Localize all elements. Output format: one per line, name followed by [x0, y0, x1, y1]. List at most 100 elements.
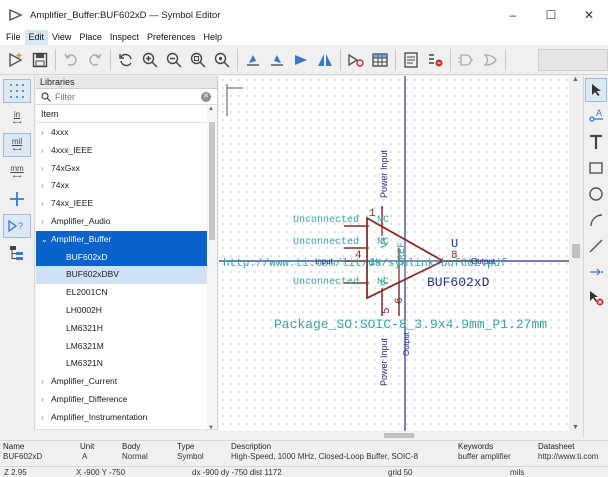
- menu-preferences[interactable]: Preferences: [143, 30, 200, 45]
- library-horizontal-scrollbar[interactable]: [36, 429, 218, 438]
- symbol-item[interactable]: EL2001CN: [36, 284, 208, 302]
- symbol-canvas[interactable]: http://www.ti.com/lit/ds/symlink/buf602.…: [219, 76, 583, 431]
- close-button[interactable]: ✕: [570, 0, 608, 30]
- chevron-right-icon[interactable]: ›: [41, 177, 51, 195]
- zoom-fit-icon[interactable]: [186, 47, 210, 73]
- zoom-out-icon[interactable]: [162, 47, 186, 73]
- select-arrow-icon[interactable]: [585, 78, 607, 102]
- unconnected-label-1: Unconnected: [293, 214, 359, 226]
- redo-icon[interactable]: [83, 47, 107, 73]
- menu-help[interactable]: Help: [199, 30, 226, 45]
- library-tree-toggle-icon[interactable]: [3, 241, 31, 265]
- menu-view[interactable]: View: [48, 30, 75, 45]
- symbol-item[interactable]: LM6321M: [36, 338, 208, 356]
- units-mm-button[interactable]: mm ⟷: [3, 160, 31, 184]
- menu-inspect[interactable]: Inspect: [106, 30, 143, 45]
- menu-edit[interactable]: Edit: [24, 30, 49, 45]
- symbol-item[interactable]: LH0002H: [36, 302, 208, 320]
- tree-item-label: EL2001CN: [66, 287, 108, 298]
- library-item[interactable]: › Amplifier_Difference: [36, 391, 208, 409]
- set-anchor-icon[interactable]: [585, 260, 607, 284]
- cursor-position-status: X -900 Y -750: [76, 468, 126, 477]
- chevron-right-icon[interactable]: ›: [41, 391, 51, 409]
- canvas-vertical-scrollbar[interactable]: ▲ ▼: [569, 76, 583, 431]
- delete-tool-icon[interactable]: [585, 286, 607, 310]
- cursor-style-icon[interactable]: [3, 187, 31, 211]
- undo-icon[interactable]: [59, 47, 83, 73]
- library-item[interactable]: › 74xx_IEEE: [36, 195, 208, 213]
- chevron-right-icon[interactable]: ›: [41, 142, 51, 160]
- symbol-drawing: http://www.ti.com/lit/ds/symlink/buf602.…: [219, 76, 569, 431]
- library-vertical-scrollbar[interactable]: ▲ ▼: [207, 106, 217, 431]
- minimize-button[interactable]: –: [494, 0, 532, 30]
- datasheet-icon[interactable]: [399, 47, 423, 73]
- toolbar-separator: [237, 48, 238, 71]
- datasheet-field[interactable]: http://www.ti.com/lit/ds/symlink/buf602.…: [223, 258, 507, 270]
- zoom-in-icon[interactable]: [138, 47, 162, 73]
- symbol-item[interactable]: BUF602xDBV: [36, 266, 208, 285]
- symbol-item[interactable]: LM6321H: [36, 320, 208, 338]
- filter-input[interactable]: [55, 91, 195, 102]
- chevron-right-icon[interactable]: ›: [41, 160, 51, 178]
- chevron-right-icon[interactable]: ›: [41, 373, 51, 391]
- tree-item-label: Amplifier_Current: [51, 376, 118, 387]
- symbol-properties-icon[interactable]: [344, 47, 368, 73]
- grid-toggle-icon[interactable]: [3, 79, 31, 103]
- add-circle-icon[interactable]: [585, 182, 607, 206]
- scroll-up-icon[interactable]: ▲: [572, 76, 579, 83]
- library-item[interactable]: › 74xGxx: [36, 160, 208, 178]
- footprint-field[interactable]: Package_SO:SOIC-8_3.9x4.9mm_P1.27mm: [274, 317, 547, 332]
- canvas-horizontal-scrollbar[interactable]: [219, 431, 583, 440]
- main-toolbar: [0, 45, 608, 75]
- library-item[interactable]: › 74xx: [36, 177, 208, 195]
- canvas-hscroll-thumb[interactable]: [384, 433, 414, 438]
- unit-selector-dropdown[interactable]: [538, 49, 608, 71]
- rotate-cw-icon[interactable]: [265, 47, 289, 73]
- canvas-vscroll-thumb[interactable]: [572, 244, 580, 258]
- menu-place[interactable]: Place: [75, 30, 106, 45]
- library-item[interactable]: ⌄ Amplifier_Buffer: [36, 230, 208, 249]
- chevron-right-icon[interactable]: ›: [41, 195, 51, 213]
- zoom-selection-icon[interactable]: [210, 47, 234, 73]
- units-mils-button[interactable]: mil ⟷: [3, 133, 31, 157]
- refresh-icon[interactable]: [114, 47, 138, 73]
- ref-designator[interactable]: U: [451, 237, 458, 251]
- menu-file[interactable]: File: [2, 30, 25, 45]
- zoom-status: Z 2.95: [4, 468, 27, 477]
- rotate-ccw-icon[interactable]: [241, 47, 265, 73]
- pin-electrical-type-icon[interactable]: ?: [3, 214, 31, 238]
- symbol-item[interactable]: LM6321N: [36, 355, 208, 373]
- scroll-thumb[interactable]: [209, 122, 215, 240]
- deMorgan-standard-icon[interactable]: [454, 47, 478, 73]
- add-text-icon[interactable]: [585, 130, 607, 154]
- symbol-item[interactable]: BUF602xD: [36, 248, 208, 267]
- mirror-v-icon[interactable]: [313, 47, 337, 73]
- save-icon[interactable]: [28, 47, 52, 73]
- check-symbol-icon[interactable]: [423, 47, 447, 73]
- library-item[interactable]: › Amplifier_Audio: [36, 213, 208, 231]
- deMorgan-alternate-icon[interactable]: [478, 47, 502, 73]
- add-pin-icon[interactable]: A: [585, 104, 607, 128]
- power-input-bottom-label: Power Input: [379, 337, 389, 386]
- add-line-icon[interactable]: [585, 234, 607, 258]
- library-item[interactable]: › Amplifier_Current: [36, 373, 208, 391]
- value-field[interactable]: BUF602xD: [427, 275, 490, 290]
- maximize-button[interactable]: ☐: [532, 0, 570, 30]
- library-item[interactable]: › Amplifier_Instrumentation: [36, 409, 208, 427]
- chevron-down-icon[interactable]: ⌄: [41, 231, 51, 249]
- scroll-up-icon[interactable]: ▲: [208, 106, 214, 112]
- mirror-h-icon[interactable]: [289, 47, 313, 73]
- pin-table-icon[interactable]: [368, 47, 392, 73]
- tree-column-header[interactable]: Item: [36, 105, 217, 123]
- add-arc-icon[interactable]: [585, 208, 607, 232]
- chevron-right-icon[interactable]: ›: [41, 409, 51, 427]
- units-inches-button[interactable]: in ⟷: [3, 106, 31, 130]
- new-symbol-icon[interactable]: [4, 47, 28, 73]
- scroll-down-icon[interactable]: ▼: [572, 424, 579, 431]
- library-item[interactable]: › 4xxx: [36, 124, 208, 142]
- clear-filter-icon[interactable]: ✕: [201, 92, 211, 102]
- library-item[interactable]: › 4xxx_IEEE: [36, 142, 208, 160]
- add-rectangle-icon[interactable]: [585, 156, 607, 180]
- chevron-right-icon[interactable]: ›: [41, 213, 51, 231]
- chevron-right-icon[interactable]: ›: [41, 124, 51, 142]
